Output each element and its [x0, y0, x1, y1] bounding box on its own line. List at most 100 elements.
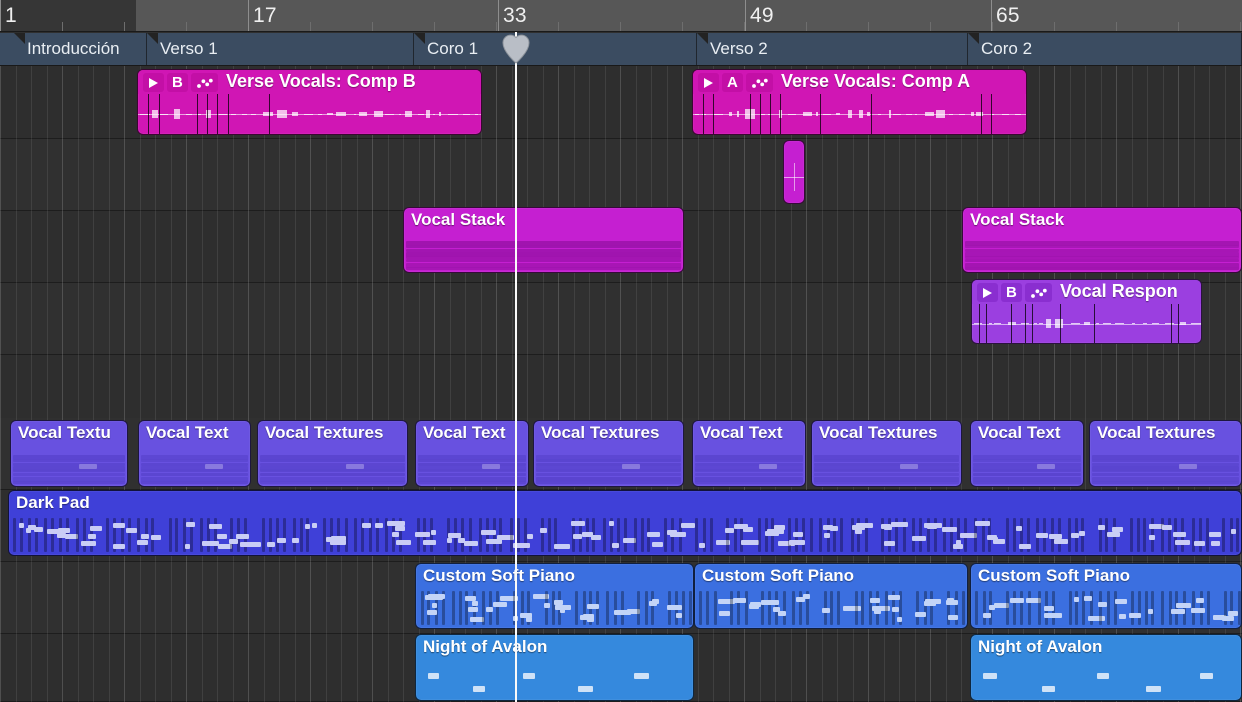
play-triangle-icon[interactable] — [698, 73, 719, 92]
midi-note — [418, 459, 526, 462]
midi-note — [830, 591, 833, 625]
waveform-segment — [1103, 323, 1111, 324]
quick-swipe-comping-icon[interactable] — [1025, 283, 1052, 302]
region-r11[interactable]: Vocal Textures — [533, 420, 684, 487]
midi-note — [1092, 481, 1239, 484]
waveform-segment — [848, 110, 852, 118]
gridline — [202, 66, 203, 702]
take-split-marker — [780, 94, 781, 134]
take-letter-badge[interactable]: A — [722, 73, 743, 92]
playhead-line[interactable] — [515, 32, 517, 702]
region-r6[interactable]: BVocal Respon — [971, 279, 1202, 344]
marker-4[interactable]: Verso 2 — [697, 33, 968, 65]
region-r15[interactable]: Vocal Textures — [1089, 420, 1242, 487]
midi-note — [1231, 529, 1236, 534]
quick-swipe-comping-icon[interactable] — [191, 73, 218, 92]
marker-5[interactable]: Coro 2 — [968, 33, 1242, 65]
region-r16[interactable]: Dark Pad — [8, 490, 1242, 556]
region-r21[interactable]: Night of Avalon — [970, 634, 1242, 701]
midi-note — [362, 523, 371, 528]
midi-note — [965, 245, 1239, 248]
region-r18[interactable]: Custom Soft Piano — [694, 563, 968, 629]
marker-1[interactable]: Introducción — [14, 33, 147, 65]
region-r7[interactable]: Vocal Textu — [10, 420, 128, 487]
midi-note — [843, 606, 861, 611]
quick-swipe-comping-icon[interactable] — [746, 73, 773, 92]
midi-note — [1042, 686, 1055, 692]
marker-track[interactable]: IntroducciónVerso 1Coro 1Verso 2Coro 2 — [0, 32, 1242, 66]
marker-2[interactable]: Verso 1 — [147, 33, 414, 65]
play-triangle-icon[interactable] — [143, 73, 164, 92]
region-name: Vocal Textures — [1097, 423, 1215, 443]
ruler-subtick — [372, 22, 373, 32]
region-r4[interactable]: Vocal Stack — [403, 207, 684, 273]
midi-note — [1209, 532, 1221, 537]
midi-note — [758, 518, 761, 552]
midi-note — [1099, 518, 1102, 552]
waveform-segment — [475, 114, 478, 115]
midi-note — [884, 525, 892, 530]
midi-note — [464, 541, 478, 546]
midi-note — [88, 534, 96, 539]
region-r19[interactable]: Custom Soft Piano — [970, 563, 1242, 629]
waveform-segment — [959, 114, 965, 115]
playhead-handle[interactable] — [501, 34, 531, 64]
region-r8[interactable]: Vocal Text — [138, 420, 251, 487]
region-r10[interactable]: Vocal Text — [415, 420, 529, 487]
waveform-segment — [186, 114, 192, 115]
region-name: Vocal Text — [423, 423, 506, 443]
midi-note — [575, 591, 578, 625]
region-name: Verse Vocals: Comp A — [781, 71, 970, 92]
region-r17[interactable]: Custom Soft Piano — [415, 563, 694, 629]
midi-note — [676, 613, 682, 618]
midi-note — [423, 540, 436, 545]
gridline — [171, 66, 172, 702]
ruler-subtick — [558, 22, 559, 32]
play-triangle-icon[interactable] — [977, 283, 998, 302]
marker-3[interactable]: Coro 1 — [414, 33, 697, 65]
ruler-bar-number: 33 — [498, 1, 527, 31]
midi-note — [406, 267, 681, 270]
midi-note — [706, 591, 709, 625]
waveform-segment — [1055, 319, 1063, 327]
midi-note — [975, 521, 990, 526]
ruler-cycle-area[interactable] — [0, 0, 136, 32]
midi-note — [925, 599, 941, 604]
region-r20[interactable]: Night of Avalon — [415, 634, 694, 701]
midi-note — [983, 613, 991, 618]
midi-note — [897, 617, 902, 622]
midi-note — [652, 542, 663, 547]
take-split-marker — [159, 94, 160, 134]
region-name: Vocal Stack — [970, 210, 1064, 230]
region-r12[interactable]: Vocal Text — [692, 420, 806, 487]
region-name: Vocal Textures — [265, 423, 383, 443]
waveform-segment — [1071, 323, 1080, 324]
midi-note — [137, 540, 148, 545]
region-r3[interactable] — [783, 140, 805, 204]
waveform-segment — [359, 112, 367, 116]
midi-note — [1138, 591, 1141, 625]
midi-note — [699, 591, 702, 625]
midi-note — [962, 591, 965, 625]
region-r2[interactable]: A Verse Vocals: Comp A — [692, 69, 1027, 135]
midi-note — [943, 518, 946, 552]
region-r1[interactable]: BVerse Vocals: Comp B — [137, 69, 482, 135]
region-r5[interactable]: Vocal Stack — [962, 207, 1242, 273]
midi-note — [240, 542, 255, 547]
region-r13[interactable]: Vocal Textures — [811, 420, 962, 487]
tracks-area[interactable]: BVerse Vocals: Comp B A Verse Vocals: Comp… — [0, 66, 1242, 702]
waveform-segment — [713, 114, 723, 115]
midi-note — [459, 591, 462, 625]
take-letter-badge[interactable]: B — [167, 73, 188, 92]
midi-note — [1074, 597, 1079, 602]
midi-note — [521, 591, 524, 625]
region-r14[interactable]: Vocal Text — [970, 420, 1084, 487]
take-letter-badge[interactable]: B — [1001, 283, 1022, 302]
take-split-marker — [1032, 304, 1033, 343]
region-r9[interactable]: Vocal Textures — [257, 420, 408, 487]
take-split-marker — [770, 94, 771, 134]
bar-ruler[interactable]: 117334965 — [0, 0, 1242, 32]
midi-note — [312, 523, 317, 528]
midi-note — [1173, 532, 1186, 537]
waveform-segment — [160, 114, 168, 115]
